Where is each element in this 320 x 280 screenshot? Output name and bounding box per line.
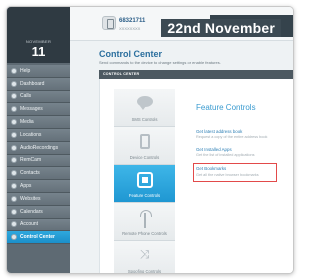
section-header: CONTROL CENTER	[99, 70, 293, 79]
sidebar-item-label: Dashboard	[20, 80, 45, 87]
tab-label: SMS Controls	[131, 117, 158, 122]
device-subtitle: XXXXXXXX	[119, 26, 141, 31]
sidebar-item-label: Help	[20, 67, 31, 74]
sidebar-item-messages[interactable]: Messages	[7, 103, 70, 117]
tab-label: Device Controls	[129, 155, 160, 160]
sidebar-item-label: Calendars	[20, 208, 43, 215]
sidebar-item-label: Calls	[20, 93, 32, 100]
sidebar-item-label: Messages	[20, 106, 43, 113]
message-icon	[11, 106, 17, 113]
get-bookmarks-link[interactable]: Get Bookmarks	[196, 166, 226, 171]
device-id: 68321711	[119, 18, 146, 24]
shuffle-icon: ⤨	[139, 247, 150, 261]
control-tabs: SMS Controls Device Controls Feature Con…	[114, 89, 175, 274]
sidebar: NOVEMBER 11 Help Dashboard Calls Message…	[7, 7, 70, 273]
sidebar-item-locations[interactable]: Locations	[7, 128, 70, 142]
globe-icon	[11, 195, 17, 202]
contacts-icon	[11, 170, 17, 177]
camera-icon	[11, 157, 17, 164]
sidebar-item-dashboard[interactable]: Dashboard	[7, 77, 70, 91]
media-icon	[11, 119, 17, 126]
panel-inner: SMS Controls Device Controls Feature Con…	[114, 89, 293, 274]
get-bookmarks-description: Get all the native browser bookmarks	[196, 173, 259, 177]
feature-icon	[136, 172, 153, 188]
current-date: 22nd November	[161, 19, 281, 37]
sidebar-item-label: Contacts	[20, 170, 40, 177]
page-description: Send commands to the device to change se…	[99, 60, 221, 65]
control-icon	[11, 234, 17, 241]
sidebar-item-websites[interactable]: Websites	[7, 192, 70, 206]
sidebar-item-label: RemCam	[20, 157, 42, 164]
audio-icon	[11, 144, 17, 151]
tab-sms-controls[interactable]: SMS Controls	[114, 89, 175, 127]
sidebar-item-audiorecordings[interactable]: AudioRecordings	[7, 141, 70, 155]
phone-icon	[11, 93, 17, 100]
sidebar-item-label: Locations	[20, 131, 42, 138]
get-installed-apps-link[interactable]: Get Installed Apps	[196, 147, 232, 152]
control-panel: SMS Controls Device Controls Feature Con…	[99, 79, 293, 274]
tab-device-controls[interactable]: Device Controls	[114, 127, 175, 165]
sidebar-item-label: AudioRecordings	[20, 144, 59, 151]
app-window: NOVEMBER 11 Help Dashboard Calls Message…	[6, 6, 294, 274]
dashboard-icon	[11, 80, 17, 87]
sidebar-item-label: Control Center	[20, 234, 55, 241]
sidebar-item-apps[interactable]: Apps	[7, 180, 70, 193]
sidebar-item-calendars[interactable]: Calendars	[7, 205, 70, 219]
tab-label: Remote Phone Controls	[122, 231, 167, 236]
calendar-icon	[11, 208, 17, 215]
device-icon	[139, 134, 150, 149]
page-title: Control Center	[99, 49, 162, 59]
account-icon	[11, 221, 17, 228]
sidebar-item-contacts[interactable]: Contacts	[7, 167, 70, 181]
date-day: 11	[31, 44, 46, 59]
get-installed-apps-description: Get the list of installed applications	[196, 153, 255, 157]
sidebar-item-account[interactable]: Account	[7, 218, 70, 232]
sidebar-item-calls[interactable]: Calls	[7, 90, 70, 104]
sidebar-item-control-center[interactable]: Control Center	[7, 231, 70, 245]
tab-label: Spoofing Controls	[127, 269, 162, 274]
sms-bubble-icon	[136, 96, 153, 110]
sidebar-item-label: Apps	[20, 183, 32, 190]
get-address-book-description: Request a copy of the entire address boo…	[196, 135, 268, 139]
sidebar-item-label: Media	[20, 119, 34, 126]
sidebar-menu: Help Dashboard Calls Messages Media Loca…	[7, 65, 70, 245]
help-icon	[11, 67, 17, 74]
location-icon	[11, 131, 17, 138]
sidebar-item-media[interactable]: Media	[7, 116, 70, 129]
get-address-book-link[interactable]: Get latest address book	[196, 129, 242, 134]
sidebar-item-help[interactable]: Help	[7, 65, 70, 78]
date-box: NOVEMBER 11	[7, 7, 70, 63]
tab-feature-controls[interactable]: Feature Controls	[114, 165, 175, 203]
tab-remote-phone-controls[interactable]: Remote Phone Controls	[114, 203, 175, 241]
sidebar-item-label: Websites	[20, 195, 41, 202]
feature-title: Feature Controls	[196, 103, 256, 112]
tab-label: Feature Controls	[128, 193, 161, 198]
sidebar-item-label: Account	[20, 221, 39, 228]
tab-spoofing-controls[interactable]: ⤨ Spoofing Controls	[114, 241, 175, 274]
top-bar: 68321711 XXXXXXXX 22nd November	[70, 7, 293, 41]
tower-icon	[138, 210, 152, 228]
device-phone-icon	[102, 16, 116, 30]
sidebar-item-remcam[interactable]: RemCam	[7, 154, 70, 168]
apps-icon	[11, 183, 17, 190]
